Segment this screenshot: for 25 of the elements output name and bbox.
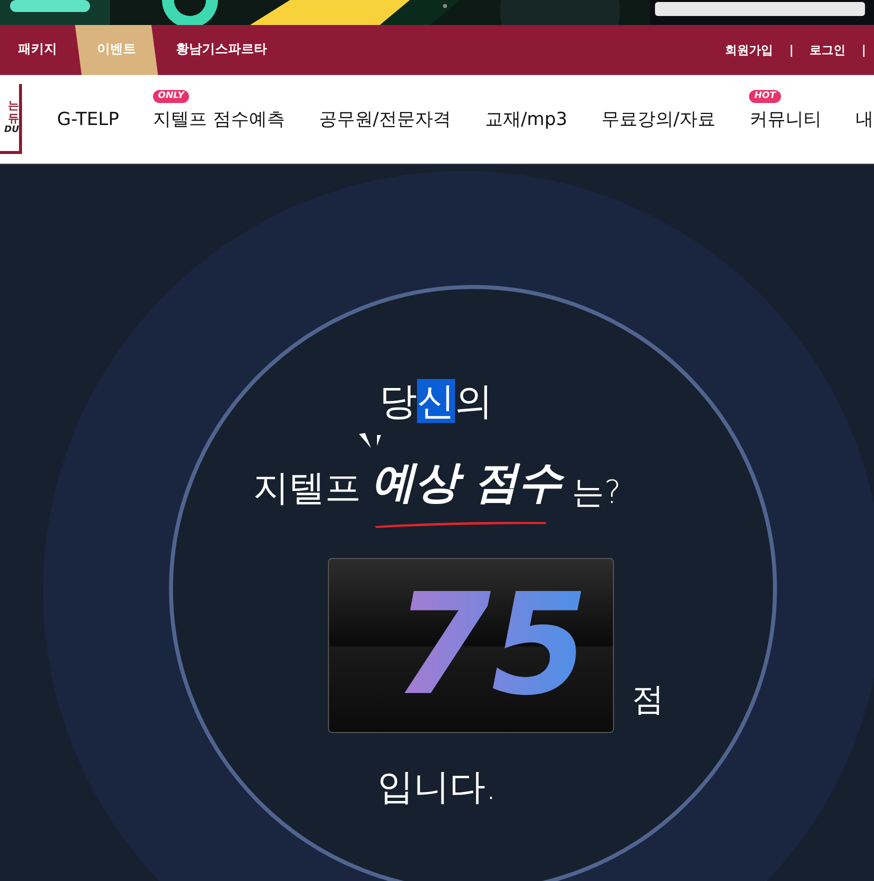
nav-badge: ONLY (153, 90, 190, 102)
logo-text: DU (4, 125, 19, 136)
nav-link[interactable]: 내 (855, 108, 874, 130)
nav-link[interactable]: 무료강의/자료 (601, 108, 716, 130)
unit-label: 점 (632, 679, 664, 720)
heading-text: 지텔프 (252, 467, 361, 511)
logo-text: 는 (8, 98, 19, 112)
account-link[interactable]: 회원가입 (725, 41, 774, 59)
nav-link[interactable]: 지텔프 점수예측 (153, 108, 285, 130)
separator-text: | (862, 42, 866, 59)
closing-text: 입니다. (377, 766, 497, 810)
heading-text: 는? (572, 472, 622, 513)
logo-text: 듀 (8, 112, 19, 126)
nav-link[interactable]: 공무원/전문자격 (318, 108, 451, 130)
top-tab[interactable]: 황남기스파르타 (158, 25, 285, 75)
nav-badge: HOT (749, 90, 781, 102)
top-tab[interactable]: 패키지 (0, 25, 75, 75)
logo[interactable]: 는 듀 DU (0, 84, 22, 154)
nav-link[interactable]: G-TELP (57, 108, 120, 130)
heading-line: 당신의 (379, 378, 493, 425)
nav-link[interactable]: 교재/mp3 (484, 108, 568, 130)
separator-text: | (789, 42, 794, 59)
emphasis-text: 예상 점수 (370, 457, 562, 508)
account-link[interactable]: 로그인 (810, 41, 846, 59)
nav-link[interactable]: 커뮤니티 (749, 108, 822, 130)
